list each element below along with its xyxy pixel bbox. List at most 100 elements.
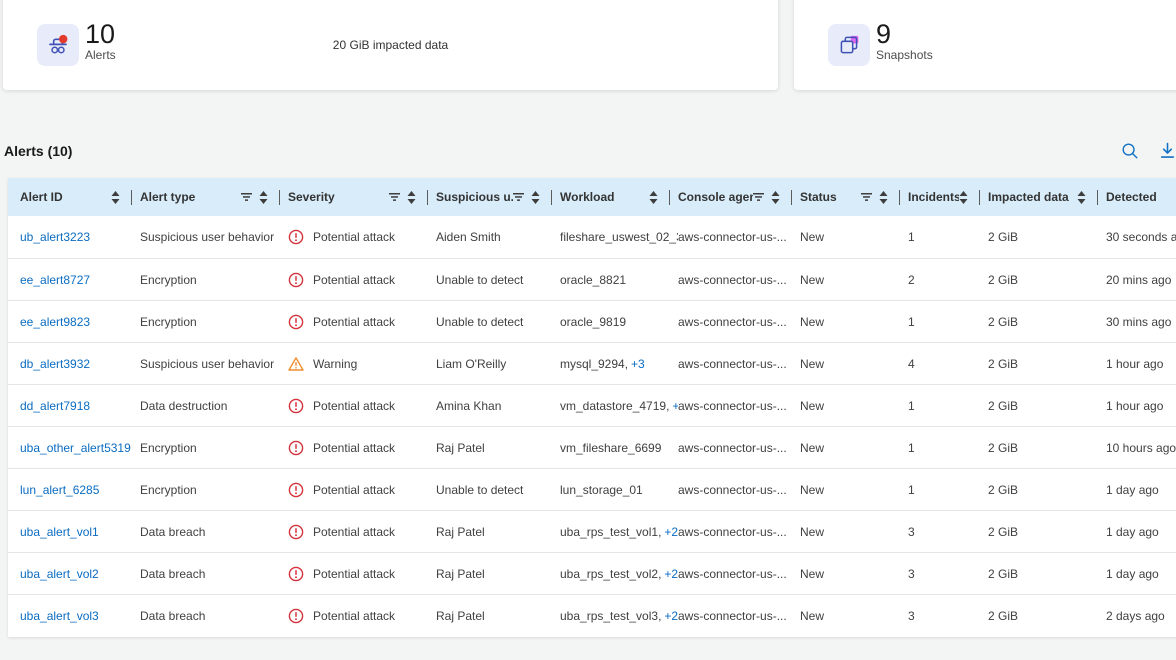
severity-label: Potential attack (313, 399, 395, 413)
search-icon[interactable] (1120, 141, 1140, 161)
detected-cell: 1 day ago (1106, 525, 1176, 539)
sort-icon[interactable] (111, 191, 120, 204)
download-icon[interactable] (1157, 141, 1176, 161)
severity-cell: Potential attack (288, 229, 436, 245)
table-row: db_alert3932 Suspicious user behavior (8, 342, 1176, 384)
impacted-data-cell: 2 GiB (988, 230, 1106, 244)
alert-id-link[interactable]: uba_alert_vol1 (20, 525, 99, 539)
snapshots-count-label: Snapshots (876, 48, 933, 63)
table-row: uba_alert_vol3 Data breach (8, 594, 1176, 636)
column-separator (551, 190, 552, 205)
alert-type-cell: Encryption (140, 441, 288, 455)
console-agent-cell: aws-connector-us-... (678, 567, 800, 581)
status-cell: New (800, 230, 908, 244)
severity-cell: Potential attack (288, 440, 436, 456)
column-header: Detected (1106, 178, 1176, 216)
column-header: Status (800, 178, 908, 216)
severity-icon (288, 272, 304, 288)
sort-icon[interactable] (649, 191, 658, 204)
incidents-cell: 3 (908, 609, 988, 623)
detected-cell: 1 hour ago (1106, 399, 1176, 413)
sort-icon[interactable] (1077, 191, 1086, 204)
alert-id-link[interactable]: uba_other_alert5319 (20, 441, 131, 455)
sort-icon[interactable] (771, 191, 780, 204)
table-row: ee_alert9823 Encryption (8, 300, 1176, 342)
workload-name: lun_storage_01 (560, 483, 643, 497)
sort-icon[interactable] (959, 191, 968, 204)
alert-id-link[interactable]: uba_alert_vol3 (20, 609, 99, 623)
alert-id-link[interactable]: lun_alert_6285 (20, 483, 99, 497)
severity-label: Potential attack (313, 315, 395, 329)
filter-icon[interactable] (241, 192, 252, 202)
severity-cell: Warning (288, 356, 436, 372)
workload-name: mysql_9294, (560, 357, 628, 371)
severity-icon (288, 608, 304, 624)
sort-icon[interactable] (879, 191, 888, 204)
status-cell: New (800, 483, 908, 497)
workload-name: vm_datastore_4719, (560, 399, 669, 413)
alert-id-link[interactable]: ee_alert9823 (20, 315, 90, 329)
severity-label: Potential attack (313, 441, 395, 455)
workload-name: oracle_8821 (560, 273, 626, 287)
alert-type-cell: Data breach (140, 567, 288, 581)
severity-cell: Potential attack (288, 272, 436, 288)
sort-icon[interactable] (531, 191, 540, 204)
column-separator (899, 190, 900, 205)
column-header-label: Status (800, 190, 861, 204)
workload-more-link[interactable]: +2 (664, 609, 678, 623)
severity-label: Potential attack (313, 273, 395, 287)
column-header-label: Severity (288, 190, 389, 204)
filter-icon[interactable] (861, 192, 872, 202)
workload-more-link[interactable]: +2 (664, 525, 678, 539)
alert-type-cell: Encryption (140, 483, 288, 497)
alert-id-link[interactable]: ub_alert3223 (20, 230, 90, 244)
alert-id-link[interactable]: ee_alert8727 (20, 273, 90, 287)
incidents-cell: 1 (908, 483, 988, 497)
suspicious-user-cell: Unable to detect (436, 315, 560, 329)
alert-id-link[interactable]: db_alert3932 (20, 357, 90, 371)
alert-type-cell: Suspicious user behavior (140, 230, 288, 244)
status-cell: New (800, 567, 908, 581)
alert-id-link[interactable]: uba_alert_vol2 (20, 567, 99, 581)
console-agent-cell: aws-connector-us-... (678, 357, 800, 371)
column-header: Incidents (908, 178, 988, 216)
suspicious-user-cell: Raj Patel (436, 525, 560, 539)
workload-more-link[interactable]: +2 (664, 567, 678, 581)
severity-icon (288, 398, 304, 414)
impacted-data-cell: 2 GiB (988, 525, 1106, 539)
filter-icon[interactable] (753, 192, 764, 202)
workload-more-link[interactable]: +3 (631, 357, 645, 371)
alerts-summary-card: 10 Alerts 20 GiB impacted data (3, 0, 778, 90)
column-header-label: Alert type (140, 190, 241, 204)
column-separator (1097, 190, 1098, 205)
filter-icon[interactable] (513, 192, 524, 202)
workload-cell: oracle_9819 (560, 315, 678, 329)
severity-icon (288, 314, 304, 330)
impacted-data-cell: 2 GiB (988, 441, 1106, 455)
detected-cell: 30 mins ago (1106, 315, 1176, 329)
workload-cell: uba_rps_test_vol2,+2 (560, 567, 678, 581)
severity-cell: Potential attack (288, 398, 436, 414)
detected-cell: 20 mins ago (1106, 273, 1176, 287)
severity-label: Potential attack (313, 609, 395, 623)
column-header-label: Alert ID (20, 190, 111, 204)
column-separator (791, 190, 792, 205)
column-header-label: Detected (1106, 190, 1176, 204)
suspicious-user-cell: Raj Patel (436, 609, 560, 623)
alert-id-link[interactable]: dd_alert7918 (20, 399, 90, 413)
workload-name: fileshare_uswest_02_3: (560, 230, 678, 244)
severity-icon (288, 524, 304, 540)
filter-icon[interactable] (389, 192, 400, 202)
impacted-data-cell: 2 GiB (988, 399, 1106, 413)
column-header: Alert ID (20, 178, 140, 216)
table-body: ub_alert3223 Suspicious user behavior (8, 216, 1176, 636)
sort-icon[interactable] (259, 191, 268, 204)
workload-cell: uba_rps_test_vol1,+2 (560, 525, 678, 539)
table-row: ee_alert8727 Encryption (8, 258, 1176, 300)
workload-cell: vm_fileshare_6699 (560, 441, 678, 455)
severity-label: Warning (313, 357, 357, 371)
sort-icon[interactable] (407, 191, 416, 204)
impacted-data-cell: 2 GiB (988, 357, 1106, 371)
column-header: Console agent (678, 178, 800, 216)
console-agent-cell: aws-connector-us-... (678, 273, 800, 287)
